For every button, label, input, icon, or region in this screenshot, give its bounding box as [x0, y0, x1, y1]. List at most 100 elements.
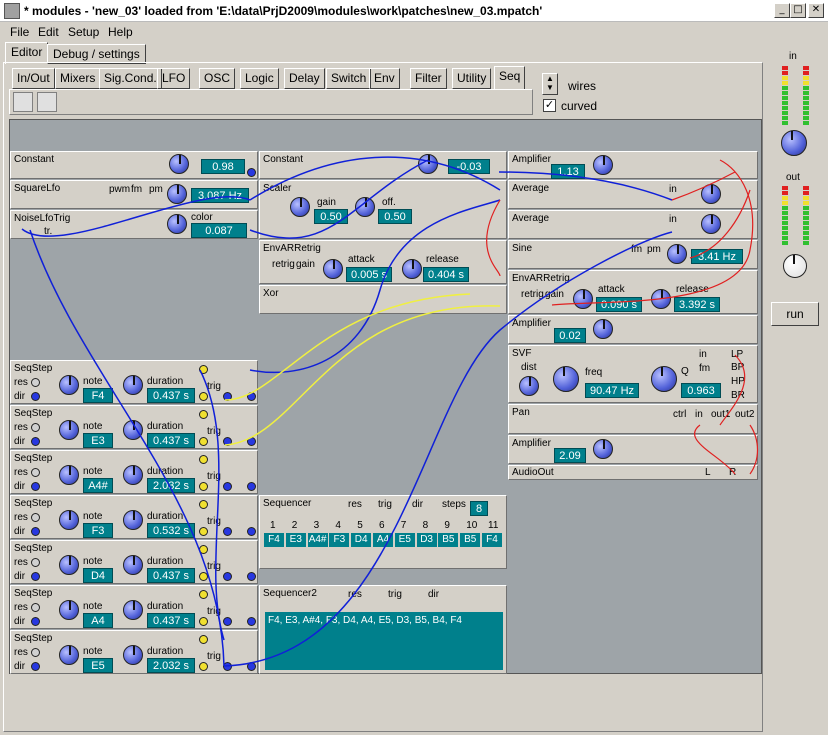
dir-output-pin[interactable] [223, 527, 232, 536]
menu-setup[interactable]: Setup [68, 25, 99, 39]
step-note[interactable]: F3 [329, 533, 350, 547]
tab-sig-cond[interactable]: Sig.Cond. [99, 68, 162, 89]
trig-output-pin[interactable] [199, 662, 208, 671]
note-output-pin[interactable] [247, 527, 256, 536]
tab-filter[interactable]: Filter [410, 68, 447, 89]
step-note[interactable]: B5 [460, 533, 481, 547]
res-input-pin[interactable] [31, 378, 40, 387]
dir-input-pin[interactable] [31, 527, 40, 536]
input-gain-knob[interactable] [781, 130, 807, 156]
seq-switch-module-icon[interactable] [61, 92, 91, 112]
duration-knob[interactable] [123, 645, 143, 665]
gain-knob[interactable] [290, 197, 310, 217]
trig-output-pin[interactable] [199, 617, 208, 626]
module-constant-1[interactable]: Constant 0.98 [10, 151, 258, 179]
step-note[interactable]: E3 [285, 533, 306, 547]
duration-knob[interactable] [123, 510, 143, 530]
note-knob[interactable] [59, 555, 79, 575]
step-note[interactable]: F4 [482, 533, 502, 547]
module-amplifier-1[interactable]: Amplifier 1.13 [508, 151, 758, 179]
res-input-pin[interactable] [31, 468, 40, 477]
module-envarretrig-2[interactable]: EnvARRetrig retrig gain attack 0.090 s r… [508, 270, 758, 314]
module-seqstep[interactable]: SeqStep res dir note A4# duration 2.032 s trig [10, 450, 258, 494]
module-seqstep[interactable]: SeqStep res dir note F3 duration 0.532 s trig [10, 495, 258, 539]
freq-knob[interactable] [553, 366, 579, 392]
trig-output-pin[interactable] [199, 572, 208, 581]
note-knob[interactable] [59, 465, 79, 485]
module-seqstep[interactable]: SeqStep res dir note F4 duration 0.437 s trig [10, 360, 258, 404]
note-output-pin[interactable] [247, 572, 256, 581]
module-constant-2[interactable]: Constant -0.03 [259, 151, 507, 179]
tab-switch[interactable]: Switch [326, 68, 372, 89]
step-note[interactable]: F4 [264, 533, 284, 547]
menu-file[interactable]: File [10, 25, 29, 39]
seqstep-module-icon[interactable] [13, 92, 33, 112]
trig-input-pin[interactable] [199, 365, 208, 374]
tab-editor[interactable]: Editor [5, 42, 49, 64]
trig-input-pin[interactable] [199, 455, 208, 464]
res-input-pin[interactable] [31, 423, 40, 432]
color-knob[interactable] [167, 214, 187, 234]
trig-output-pin[interactable] [199, 437, 208, 446]
tab-utility[interactable]: Utility [452, 68, 492, 89]
dir-input-pin[interactable] [31, 482, 40, 491]
trig-input-pin[interactable] [199, 545, 208, 554]
step-note[interactable]: E5 [394, 533, 415, 547]
module-seqstep[interactable]: SeqStep res dir note D4 duration 0.437 s trig [10, 540, 258, 584]
dir-output-pin[interactable] [223, 437, 232, 446]
dist-knob[interactable] [519, 376, 539, 396]
menu-edit[interactable]: Edit [38, 25, 59, 39]
note-output-pin[interactable] [247, 482, 256, 491]
res-input-pin[interactable] [31, 603, 40, 612]
tab-lfo[interactable]: LFO [157, 68, 191, 89]
menu-help[interactable]: Help [108, 25, 133, 39]
tab-delay[interactable]: Delay [284, 68, 325, 89]
dir-output-pin[interactable] [223, 392, 232, 401]
dir-input-pin[interactable] [31, 617, 40, 626]
note-output-pin[interactable] [247, 392, 256, 401]
speed-knob[interactable] [701, 214, 721, 234]
speed-knob[interactable] [701, 184, 721, 204]
tab-osc[interactable]: OSC [199, 68, 236, 89]
module-noiselfotrig[interactable]: NoiseLfoTrig tr. color 0.087 [10, 210, 258, 239]
freq-knob[interactable] [667, 244, 687, 264]
note-output-pin[interactable] [247, 617, 256, 626]
tab-mixers[interactable]: Mixers [55, 68, 101, 89]
duration-knob[interactable] [123, 555, 143, 575]
module-average-2[interactable]: Average in [508, 210, 758, 239]
module-average-1[interactable]: Average in [508, 180, 758, 209]
note-knob[interactable] [59, 375, 79, 395]
module-amplifier-3[interactable]: Amplifier 2.09 [508, 435, 758, 464]
minimize-button[interactable]: _ [774, 3, 790, 18]
module-sine[interactable]: Sine fm pm 3.41 Hz [508, 240, 758, 269]
module-seqstep[interactable]: SeqStep res dir note E5 duration 2.032 s trig [10, 630, 258, 674]
note-output-pin[interactable] [247, 437, 256, 446]
gain-knob[interactable] [593, 319, 613, 339]
dir-input-pin[interactable] [31, 572, 40, 581]
attack-knob[interactable] [323, 259, 343, 279]
step-note[interactable]: D3 [416, 533, 437, 547]
duration-knob[interactable] [123, 465, 143, 485]
output-volume-knob[interactable] [783, 254, 807, 278]
res-input-pin[interactable] [31, 513, 40, 522]
module-sequencer[interactable]: Sequencer res trig dir steps 8 [259, 495, 507, 569]
close-button[interactable]: ✕ [808, 3, 824, 18]
tab-in-out[interactable]: In/Out [12, 68, 55, 89]
step-note[interactable]: A4 [373, 533, 393, 547]
gain-knob[interactable] [593, 439, 613, 459]
trig-output-pin[interactable] [199, 527, 208, 536]
res-input-pin[interactable] [31, 648, 40, 657]
sequencer-module-icon[interactable] [37, 92, 57, 112]
trig-input-pin[interactable] [199, 635, 208, 644]
attack-knob[interactable] [573, 289, 593, 309]
module-svf[interactable]: SVF dist freq 90.47 Hz Q 0.963 in LP BP … [508, 345, 758, 403]
duration-knob[interactable] [123, 600, 143, 620]
run-button[interactable]: run [771, 302, 819, 326]
module-pan[interactable]: Pan ctrl in out1 out2 [508, 404, 758, 434]
trig-input-pin[interactable] [199, 410, 208, 419]
module-envarretrig-1[interactable]: EnvARRetrig retrig gain attack 0.005 s r… [259, 240, 507, 284]
trig-input-pin[interactable] [199, 500, 208, 509]
module-scaler[interactable]: Scaler gain 0.50 off. 0.50 [259, 180, 507, 239]
sequence-text-field[interactable]: F4, E3, A#4, F3, D4, A4, E5, D3, B5, B4,… [265, 612, 503, 670]
freq-knob[interactable] [167, 184, 187, 204]
